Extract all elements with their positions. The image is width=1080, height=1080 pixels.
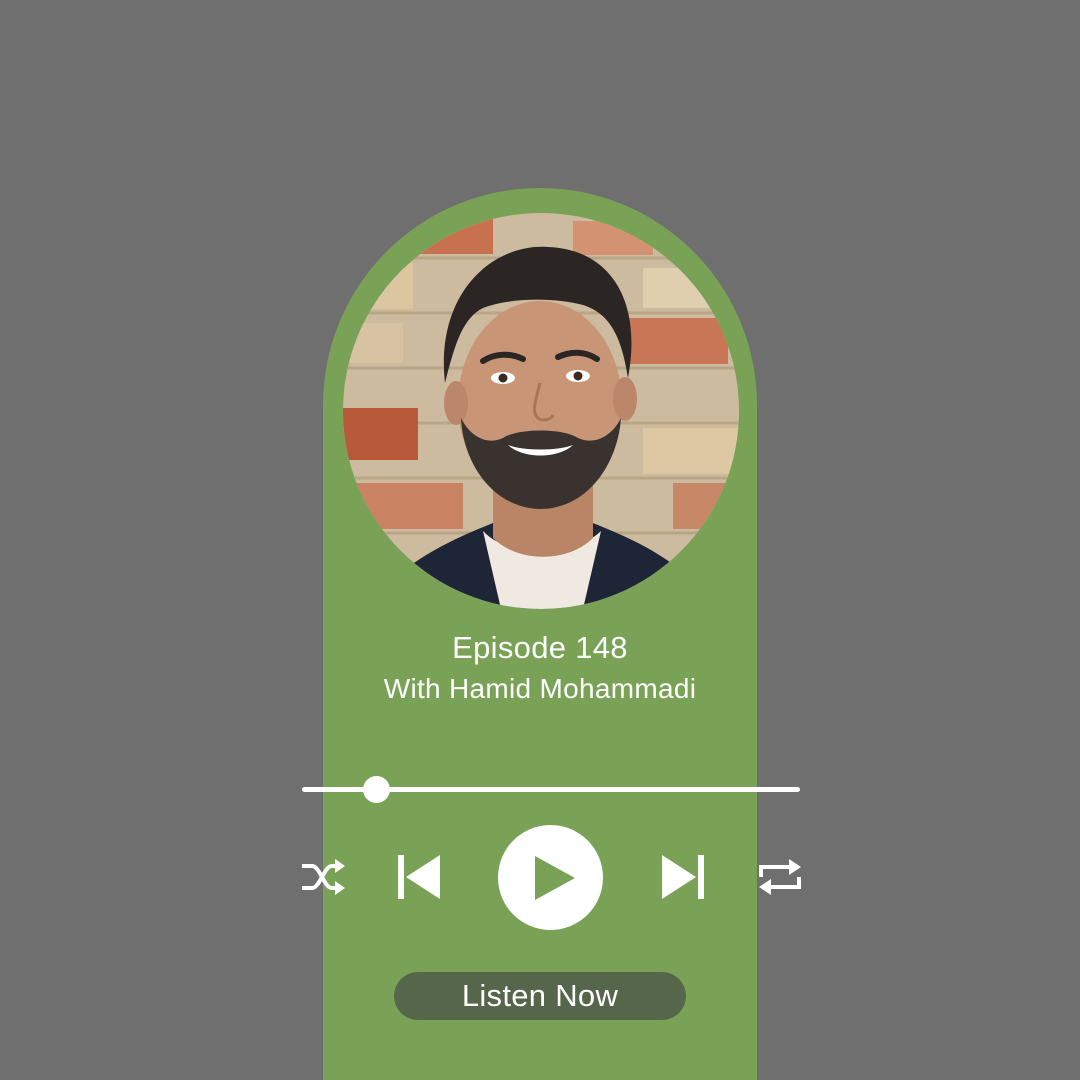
play-button[interactable] bbox=[498, 825, 603, 930]
skip-next-button[interactable] bbox=[660, 853, 706, 901]
guest-photo bbox=[343, 213, 739, 609]
listen-now-button[interactable]: Listen Now bbox=[394, 972, 686, 1020]
play-icon bbox=[534, 855, 575, 900]
skip-next-icon bbox=[662, 855, 704, 899]
episode-guest: With Hamid Mohammadi bbox=[383, 673, 697, 704]
episode-title: Episode 148 bbox=[452, 630, 628, 665]
shuffle-icon bbox=[302, 859, 345, 895]
skip-previous-button[interactable] bbox=[396, 853, 442, 901]
repeat-button[interactable] bbox=[757, 857, 803, 897]
shuffle-button[interactable] bbox=[300, 857, 346, 897]
skip-previous-icon bbox=[398, 855, 440, 899]
repeat-icon bbox=[759, 859, 801, 895]
progress-handle[interactable] bbox=[363, 776, 391, 803]
